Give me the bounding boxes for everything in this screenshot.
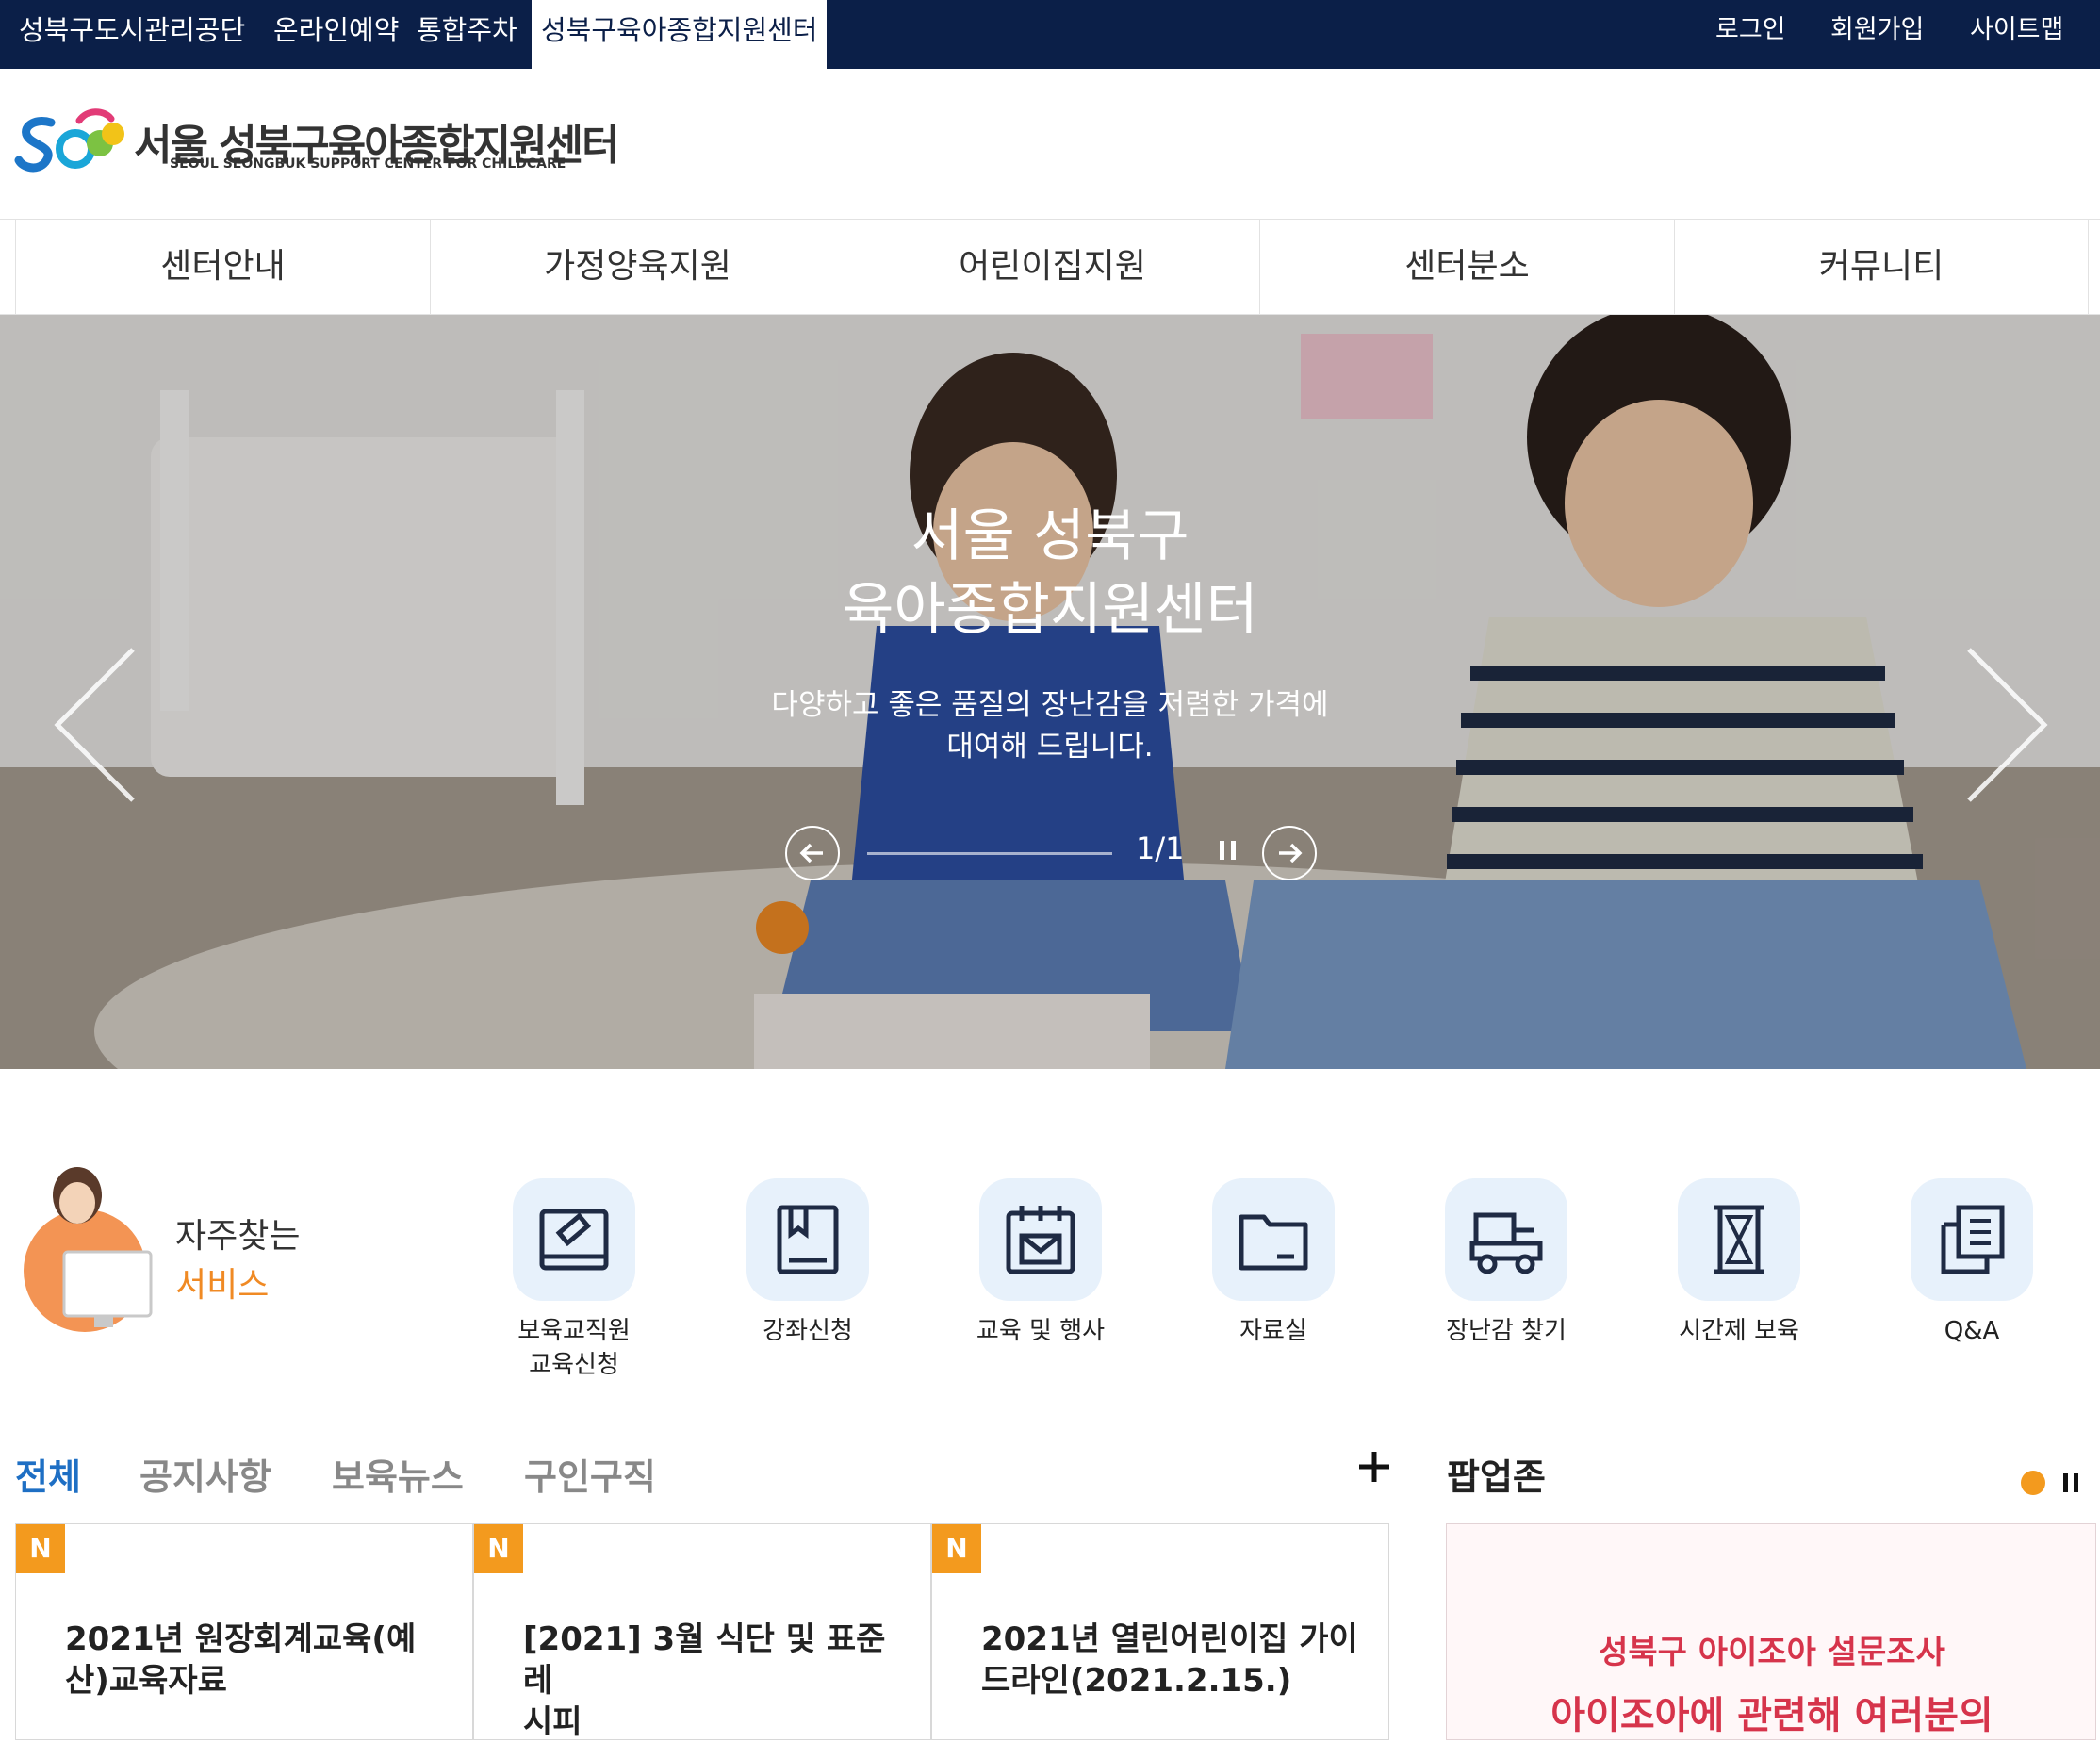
- hero-title-line2: 육아종합지원센터: [842, 577, 1258, 643]
- post-title-line1: 2021년 원장회계교육(예: [65, 1620, 417, 1658]
- nav-item-center-info[interactable]: 센터안내: [15, 220, 430, 314]
- post-card[interactable]: N 2021년 원장회계교육(예 산)교육자료: [15, 1523, 473, 1740]
- logo-subtitle: SEOUL SEONGBUK SUPPORT CENTER FOR CHILDC…: [170, 156, 566, 172]
- service-icon-box: [1445, 1178, 1567, 1301]
- main-nav: 센터안내 가정양육지원 어린이집지원 센터분소 커뮤니티: [0, 219, 2100, 315]
- service-icon-box: [1911, 1178, 2033, 1301]
- popupzone-title: 팝업존: [1447, 1456, 1546, 1498]
- nav-item-branch[interactable]: 센터분소: [1259, 220, 1674, 314]
- post-card[interactable]: N 2021년 열린어린이집 가이 드라인(2021.2.15.): [931, 1523, 1389, 1740]
- quick-title-line2: 서비스: [175, 1266, 270, 1305]
- post-title-line2: 시피: [523, 1703, 582, 1741]
- arrow-left-icon: [799, 843, 823, 863]
- service-education-events[interactable]: 교육 및 행사: [942, 1178, 1140, 1348]
- prev-slide-arrow-icon[interactable]: [53, 645, 138, 805]
- slide-pause-icon[interactable]: [1216, 835, 1240, 865]
- service-icon-box: [513, 1178, 635, 1301]
- service-illustration-icon: [24, 1167, 153, 1332]
- service-label: 장난감 찾기: [1446, 1317, 1567, 1345]
- slide-prev-button[interactable]: [785, 826, 840, 880]
- service-label: Q&A: [1944, 1317, 2000, 1345]
- post-title: 2021년 원장회계교육(예 산)교육자료: [65, 1619, 442, 1702]
- post-title-line2: 산)교육자료: [65, 1662, 227, 1700]
- new-badge: N: [16, 1524, 65, 1573]
- hourglass-icon: [1714, 1205, 1764, 1274]
- popupzone-pause-icon[interactable]: [2060, 1471, 2081, 1495]
- quick-title-line1: 자주찾는: [175, 1217, 301, 1256]
- site-link-facility-corp[interactable]: 성북구도시관리공단: [19, 0, 245, 69]
- service-teacher-education[interactable]: 보육교직원 교육신청: [475, 1178, 673, 1382]
- folder-icon: [1239, 1214, 1308, 1271]
- document-icon: [1941, 1205, 2005, 1274]
- calendar-mail-icon: [1006, 1206, 1075, 1274]
- pencil-eraser-icon: [539, 1209, 609, 1271]
- hero-title-line1: 서울 성북구: [911, 503, 1189, 569]
- toy-truck-icon: [1469, 1212, 1543, 1274]
- popup-banner-line2: 아이조아에 관련해 여러분의: [1550, 1694, 1993, 1737]
- service-label: 자료실: [1239, 1317, 1307, 1345]
- service-qna[interactable]: Q&A: [1873, 1178, 2071, 1348]
- next-slide-arrow-icon[interactable]: [1964, 645, 2049, 805]
- site-link-childcare-center[interactable]: 성북구육아종합지원센터: [532, 0, 828, 69]
- post-title: 2021년 열린어린이집 가이 드라인(2021.2.15.): [981, 1619, 1358, 1702]
- service-icon-box: [746, 1178, 869, 1301]
- service-course-apply[interactable]: 강좌신청: [709, 1178, 907, 1348]
- service-icon-box: [1678, 1178, 1800, 1301]
- login-link[interactable]: 로그인: [1715, 0, 1786, 69]
- site-link-parking[interactable]: 통합주차: [417, 0, 517, 69]
- service-label: 교육 및 행사: [976, 1317, 1106, 1345]
- tab-job-posts[interactable]: 구인구직: [524, 1448, 656, 1500]
- service-label: 시간제 보육: [1679, 1317, 1799, 1345]
- center-logo-icon[interactable]: [13, 106, 136, 177]
- book-bookmark-icon: [777, 1205, 839, 1274]
- tab-notices[interactable]: 공지사항: [139, 1448, 271, 1500]
- post-title-line1: 2021년 열린어린이집 가이: [981, 1620, 1358, 1658]
- arrow-right-icon: [1279, 843, 1303, 863]
- nav-item-community[interactable]: 커뮤니티: [1674, 220, 2089, 314]
- nav-item-daycare-support[interactable]: 어린이집지원: [845, 220, 1259, 314]
- service-hourly-care[interactable]: 시간제 보육: [1640, 1178, 1838, 1348]
- post-title: [2021] 3월 식단 및 표준레 시피: [523, 1619, 900, 1743]
- post-title-line1: [2021] 3월 식단 및 표준레: [523, 1620, 886, 1700]
- new-badge: N: [474, 1524, 523, 1573]
- service-toy-search[interactable]: 장난감 찾기: [1407, 1178, 1605, 1348]
- nav-item-home-parenting[interactable]: 가정양육지원: [430, 220, 845, 314]
- slide-counter: 1/1: [1136, 830, 1185, 866]
- hero-subtitle-line1: 다양하고 좋은 품질의 장난감을 저렴한 가격에: [771, 688, 1329, 722]
- plus-icon[interactable]: [1355, 1448, 1393, 1486]
- popupzone-indicator-dot[interactable]: [2021, 1471, 2045, 1495]
- hero-slider: 서울 성북구 육아종합지원센터 다양하고 좋은 품질의 장난감을 저렴한 가격에…: [0, 315, 2100, 1069]
- popup-banner-line1: 성북구 아이조아 설문조사: [1599, 1634, 1945, 1671]
- post-card[interactable]: N [2021] 3월 식단 및 표준레 시피: [473, 1523, 931, 1743]
- service-icon-box: [979, 1178, 1102, 1301]
- service-icon-box: [1212, 1178, 1335, 1301]
- top-site-bar: 성북구도시관리공단 온라인예약 통합주차 성북구육아종합지원센터 로그인 회원가…: [0, 0, 2100, 69]
- new-badge: N: [932, 1524, 981, 1573]
- sitemap-link[interactable]: 사이트맵: [1970, 0, 2063, 69]
- service-label: 보육교직원: [517, 1317, 631, 1345]
- tab-childcare-news[interactable]: 보육뉴스: [332, 1448, 464, 1500]
- site-link-online-reservation[interactable]: 온라인예약: [273, 0, 399, 69]
- slide-next-button[interactable]: [1262, 826, 1317, 880]
- service-label: 강좌신청: [763, 1317, 853, 1345]
- post-title-line2: 드라인(2021.2.15.): [981, 1662, 1292, 1700]
- service-archive[interactable]: 자료실: [1174, 1178, 1372, 1348]
- service-label-2: 교육신청: [529, 1351, 619, 1379]
- signup-link[interactable]: 회원가입: [1830, 0, 1924, 69]
- popupzone-banner[interactable]: 성북구 아이조아 설문조사 아이조아에 관련해 여러분의: [1446, 1523, 2096, 1740]
- slide-progress-bar: [867, 852, 1112, 855]
- hero-subtitle-line2: 대여해 드립니다.: [946, 730, 1154, 764]
- tab-all[interactable]: 전체: [15, 1448, 81, 1500]
